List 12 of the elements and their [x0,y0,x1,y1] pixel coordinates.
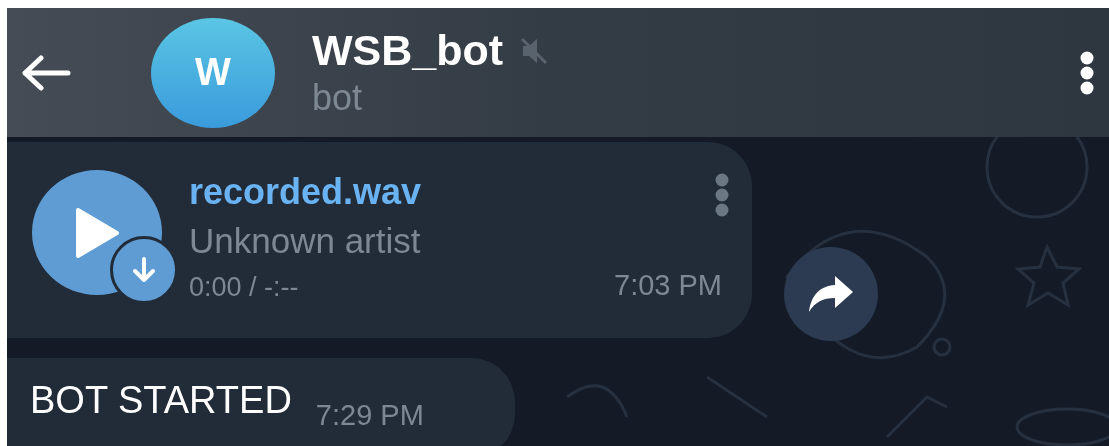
artist-name: Unknown artist [189,221,422,261]
chat-title: WSB_bot [312,27,504,75]
duration-label: 0:00 / -:-- [189,271,299,305]
more-options-button[interactable] [1079,49,1095,96]
message-time: 7:03 PM [614,268,722,304]
message-options-button[interactable] [714,172,730,218]
avatar: W [151,17,275,128]
message-text: BOT STARTED [30,380,292,422]
message-time: 7:29 PM [315,398,424,433]
share-arrow-icon[interactable] [807,274,855,314]
file-name: recorded.wav [189,171,422,212]
chat-subtitle: bot [312,78,364,118]
